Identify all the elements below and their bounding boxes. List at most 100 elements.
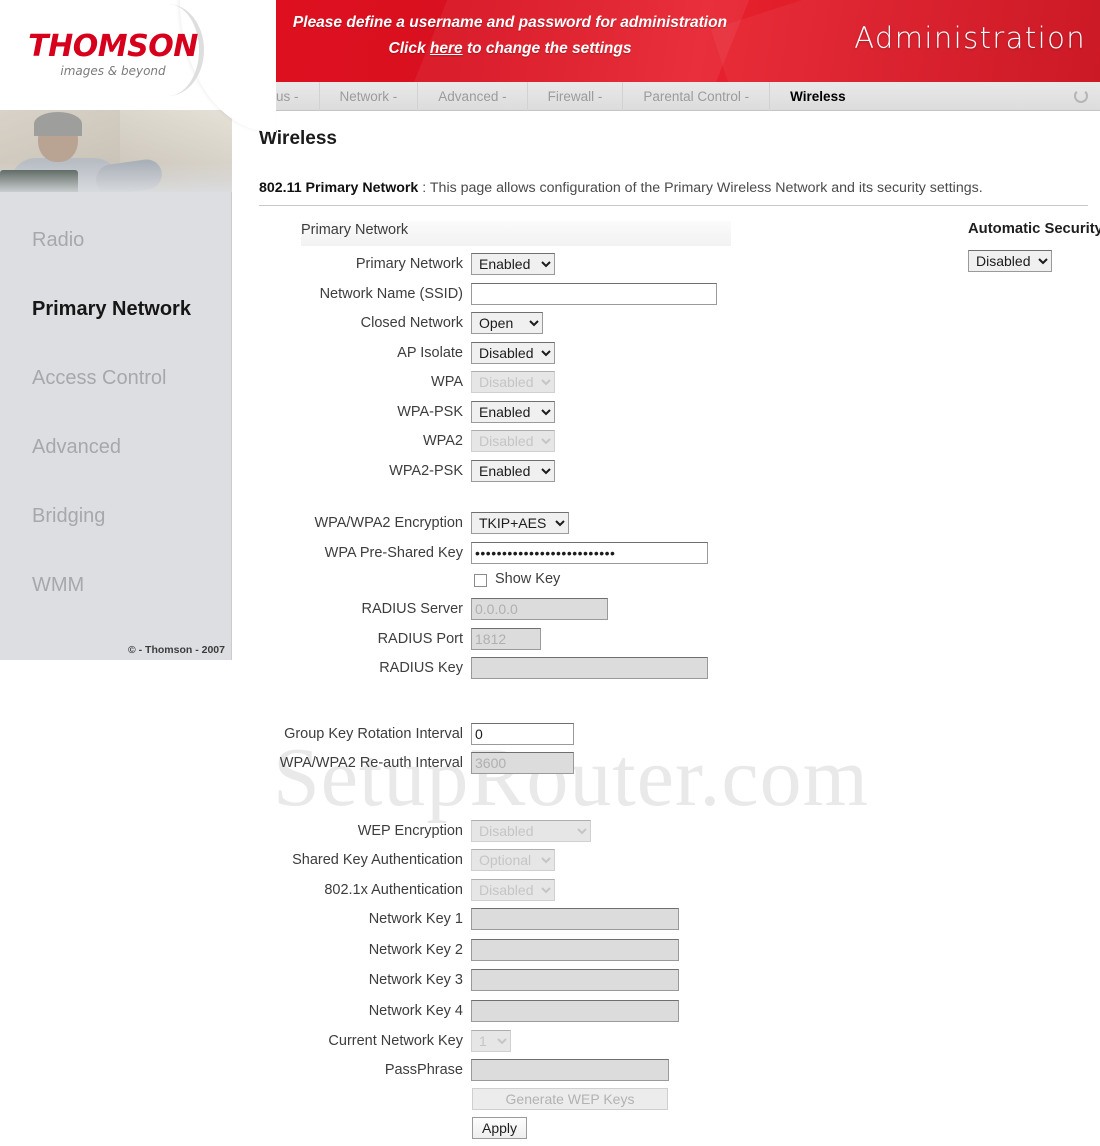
row-reauth-interval: WPA/WPA2 Re-auth Interval: [233, 752, 1100, 782]
row-current-network-key: Current Network Key 1: [233, 1030, 1100, 1059]
control-generate-wep-keys: Generate WEP Keys: [472, 1088, 668, 1110]
closed-network-select[interactable]: Open: [471, 312, 543, 334]
apply-button[interactable]: Apply: [472, 1117, 528, 1139]
section-header-primary-network: Primary Network: [301, 221, 731, 246]
automatic-security-configuration-select[interactable]: Disabled: [968, 250, 1052, 272]
logo-tagline: images & beyond: [60, 64, 166, 78]
label-closed-network: Closed Network: [360, 315, 463, 331]
label-network-key-1: Network Key 1: [368, 911, 463, 927]
banner-message: Please define a username and password fo…: [250, 10, 770, 62]
network-key-4-input[interactable]: [471, 999, 679, 1022]
label-ap-isolate: AP Isolate: [397, 344, 463, 361]
dot1x-auth-select[interactable]: Disabled: [471, 878, 555, 901]
hero-person-hair: [34, 112, 82, 136]
control-wpa2: Disabled: [471, 430, 555, 452]
encryption-select[interactable]: TKIP+AES: [471, 512, 569, 534]
label-reauth-interval: WPA/WPA2 Re-auth Interval: [279, 755, 463, 771]
banner-here-link[interactable]: here: [430, 40, 463, 57]
label-wpa2: WPA2: [422, 433, 463, 449]
nav-item-network[interactable]: Network -: [320, 82, 419, 111]
wireless-settings-form: Primary Network Automatic Security Confi…: [233, 221, 1100, 1146]
row-network-key-1: Network Key 1: [233, 908, 1100, 939]
wep-encryption-select[interactable]: Disabled: [471, 819, 591, 842]
current-network-key-select[interactable]: 1: [471, 1030, 511, 1052]
control-primary-network: Enabled: [471, 253, 555, 275]
radius-server-input[interactable]: [471, 598, 608, 620]
label-radius-server: RADIUS Server: [361, 601, 463, 617]
control-ap-isolate: Disabled: [471, 341, 555, 364]
control-network-key-3: [471, 969, 679, 991]
network-key-1-input[interactable]: [471, 908, 679, 930]
nav-item-firewall[interactable]: Firewall -: [528, 82, 624, 111]
ap-isolate-select[interactable]: Disabled: [471, 341, 555, 364]
control-network-key-2: [471, 938, 679, 961]
control-shared-key-auth: Optional: [471, 849, 555, 871]
row-preshared-key: WPA Pre-Shared Key: [233, 541, 1100, 572]
reauth-interval-input[interactable]: [471, 752, 574, 774]
admin-banner: Please define a username and password fo…: [210, 0, 1100, 82]
thomson-logo[interactable]: THOMSON images & beyond: [0, 0, 276, 132]
network-key-2-input[interactable]: [471, 938, 679, 961]
control-wep-encryption: Disabled: [471, 819, 591, 842]
control-preshared-key: [471, 541, 708, 564]
row-wpa2-psk: WPA2-PSK Enabled: [233, 459, 1100, 490]
page-description-text: This page allows configuration of the Pr…: [429, 180, 983, 196]
row-wpa: WPA Disabled: [233, 371, 1100, 401]
show-key-checkbox[interactable]: [474, 574, 487, 587]
show-key-label: Show Key: [495, 571, 561, 587]
row-apply: Apply: [233, 1117, 1100, 1146]
row-radius-key: RADIUS Key: [233, 657, 1100, 687]
generate-wep-keys-button[interactable]: Generate WEP Keys: [472, 1088, 668, 1110]
control-group-key-rotation: [471, 722, 574, 745]
control-apply: Apply: [472, 1117, 528, 1139]
row-dot1x-auth: 802.1x Authentication Disabled: [233, 878, 1100, 909]
radius-key-input[interactable]: [471, 657, 708, 679]
group-key-rotation-input[interactable]: [471, 722, 574, 745]
wpa-select[interactable]: Disabled: [471, 371, 555, 393]
label-wep-encryption: WEP Encryption: [357, 822, 463, 839]
control-ssid: [471, 282, 717, 305]
row-radius-server: RADIUS Server: [233, 598, 1100, 628]
page-description-sep: :: [418, 180, 430, 196]
row-network-key-2: Network Key 2: [233, 938, 1100, 970]
banner-line-2: Click here to change the settings: [250, 36, 770, 62]
row-network-key-3: Network Key 3: [233, 969, 1100, 1000]
control-network-key-4: [471, 999, 679, 1022]
nav-list: Status - Network - Advanced - Firewall -…: [232, 82, 1100, 111]
radius-port-input[interactable]: [471, 627, 541, 650]
control-wpa-psk: Enabled: [471, 400, 555, 423]
nav-item-advanced[interactable]: Advanced -: [418, 82, 528, 111]
logo-text: THOMSON images & beyond: [18, 32, 208, 79]
row-ssid: Network Name (SSID): [233, 282, 1100, 313]
passphrase-input[interactable]: [471, 1059, 669, 1081]
label-network-key-3: Network Key 3: [368, 972, 463, 988]
label-radius-key: RADIUS Key: [379, 660, 463, 676]
label-shared-key-auth: Shared Key Authentication: [292, 852, 463, 868]
shared-key-auth-select[interactable]: Optional: [471, 849, 555, 871]
label-radius-port: RADIUS Port: [377, 630, 463, 647]
label-group-key-rotation: Group Key Rotation Interval: [284, 725, 463, 742]
row-show-key: Show Key: [233, 571, 1100, 598]
row-network-key-4: Network Key 4: [233, 999, 1100, 1031]
network-key-3-input[interactable]: [471, 969, 679, 991]
label-preshared-key: WPA Pre-Shared Key: [324, 544, 463, 561]
control-passphrase: [471, 1059, 669, 1081]
nav-item-wireless[interactable]: Wireless: [770, 82, 865, 111]
nav-item-parental-control[interactable]: Parental Control -: [623, 82, 771, 111]
preshared-key-input[interactable]: [471, 541, 708, 564]
wpa-psk-select[interactable]: Enabled: [471, 400, 555, 423]
loading-spinner-icon: [1074, 89, 1088, 103]
header-divider: [259, 205, 1088, 206]
wpa2-select[interactable]: Disabled: [471, 430, 555, 452]
automatic-security-configuration-title: Automatic Security Configuration: [968, 221, 1100, 237]
wpa2-psk-select[interactable]: Enabled: [471, 459, 555, 482]
primary-network-select[interactable]: Enabled: [471, 253, 555, 275]
row-ap-isolate: AP Isolate Disabled: [233, 341, 1100, 372]
row-primary-network: Primary Network Enabled Disabled: [233, 250, 1100, 283]
control-automatic-security-configuration: Disabled: [968, 250, 1052, 272]
main-content: Wireless 802.11 Primary Network : This p…: [233, 111, 1100, 1139]
ssid-input[interactable]: [471, 282, 717, 305]
row-wpa2: WPA2 Disabled: [233, 430, 1100, 460]
